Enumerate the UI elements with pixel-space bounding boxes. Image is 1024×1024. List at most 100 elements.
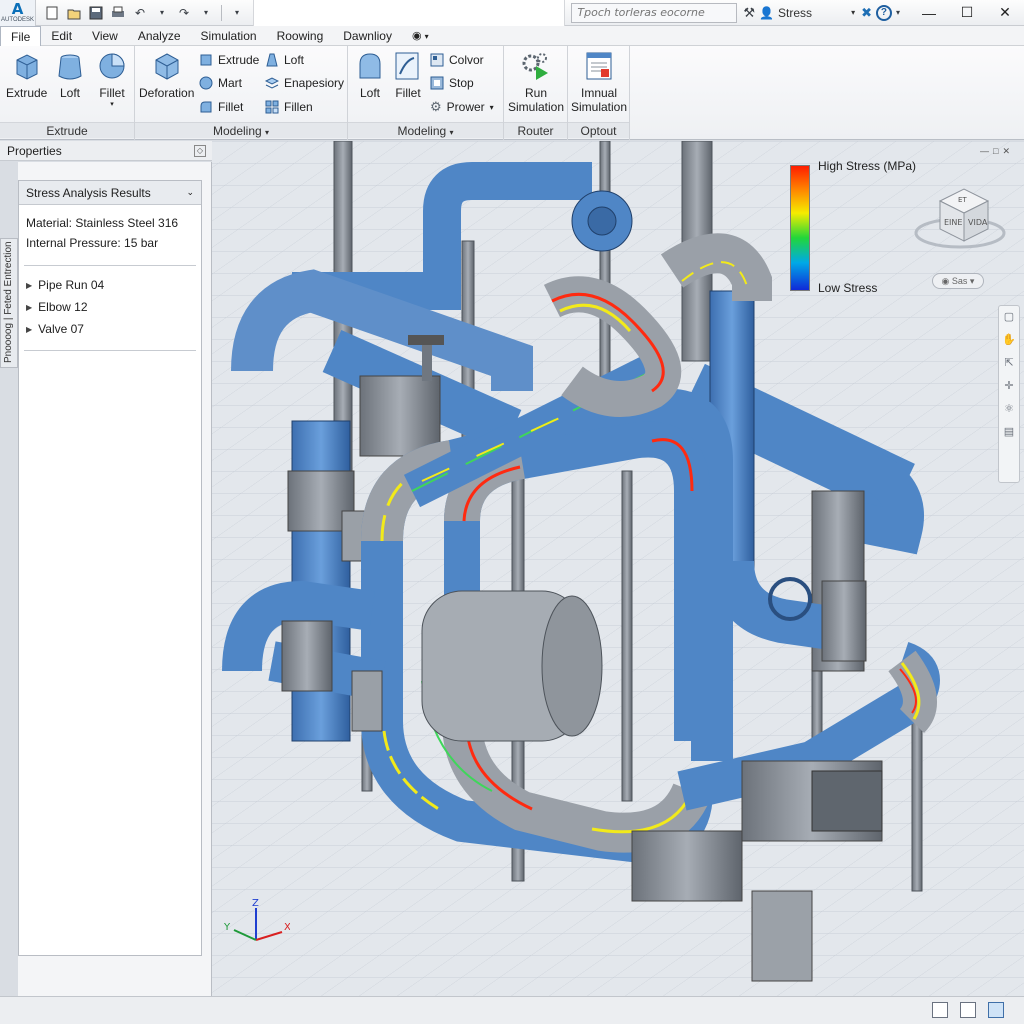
- expand-icon: ▶: [26, 324, 33, 334]
- fillet-button[interactable]: Fillet ▾: [96, 50, 128, 108]
- menu-analyze[interactable]: Analyze: [128, 26, 191, 46]
- status-icons: [932, 1002, 1004, 1018]
- expand-icon: ▶: [26, 280, 33, 290]
- report-icon: [586, 52, 612, 80]
- properties-panel: Stress Analysis Results ⌄ Material: Stai…: [18, 162, 212, 996]
- visibility-icon[interactable]: ◉ ▾: [402, 26, 439, 46]
- legend-low-label: Low Stress: [818, 281, 878, 295]
- loft-big-button[interactable]: Loft: [354, 50, 386, 100]
- loft-button[interactable]: Loft: [54, 50, 86, 100]
- shell-icon: [265, 77, 279, 89]
- maximize-button[interactable]: ☐: [948, 0, 986, 26]
- orbit-icon[interactable]: ✛: [1004, 379, 1013, 392]
- side-tab[interactable]: Pnoooog | Feted Entrection: [0, 238, 18, 368]
- fillen-label: Fillen: [284, 100, 313, 114]
- extrude-icon: [200, 54, 212, 66]
- status-bar: [0, 996, 1024, 1024]
- ribbon: Extrude Loft Fillet ▾ Extrude Deforation…: [0, 46, 1024, 140]
- menu-edit[interactable]: Edit: [41, 26, 82, 46]
- extrude-small-button[interactable]: Extrude: [199, 50, 259, 70]
- tank: [421, 590, 603, 742]
- menu-simulation[interactable]: Simulation: [191, 26, 267, 46]
- run-label: Run: [524, 86, 547, 100]
- modeling-label: Modeling: [212, 124, 262, 138]
- manual-simulation-button[interactable]: Imnual Simulation: [571, 50, 627, 114]
- look-icon[interactable]: ⚛: [1004, 402, 1014, 415]
- properties-header: Properties ◇: [0, 141, 212, 161]
- close-icon[interactable]: ✕: [1002, 146, 1010, 157]
- tools-icon[interactable]: ⚒: [743, 5, 755, 21]
- fillet-big-button[interactable]: Fillet: [392, 50, 424, 100]
- axis-z-label: Z: [252, 898, 259, 909]
- minimize-button[interactable]: —: [910, 0, 948, 26]
- new-icon[interactable]: [42, 3, 62, 23]
- 3d-viewport[interactable]: — □ ✕ High Stress (MPa) Low Stress ET EI…: [212, 141, 1024, 996]
- app-logo-letter: A: [11, 0, 24, 18]
- redo-icon[interactable]: ↷: [174, 3, 194, 23]
- loft-small-label: Loft: [284, 53, 305, 67]
- full-nav-wheel-icon[interactable]: ▢: [1004, 310, 1014, 323]
- axis-triad: Z X Y: [223, 898, 290, 941]
- tree-item-pipe-run[interactable]: ▶ Pipe Run 04: [19, 274, 201, 296]
- loft-big-label: Loft: [359, 86, 380, 100]
- exchange-icon[interactable]: ✖: [861, 5, 872, 21]
- app-logo[interactable]: A AUTODESK: [0, 0, 36, 26]
- mart-button[interactable]: Mart: [199, 73, 242, 93]
- undo-icon[interactable]: ↶: [130, 3, 150, 23]
- menu-file[interactable]: File: [0, 25, 42, 47]
- view-mode-pill[interactable]: ◉ Sas ▾: [932, 273, 984, 289]
- menu-view[interactable]: View: [82, 26, 128, 46]
- toolbar-separator: [221, 4, 222, 21]
- fillet-label: Fillet: [99, 86, 125, 100]
- viewcube[interactable]: ET EINE VIDA: [912, 171, 1008, 251]
- help-icon[interactable]: ?: [875, 4, 892, 21]
- stop-button[interactable]: Stop: [430, 73, 474, 93]
- extrude-icon: [16, 54, 38, 80]
- show-motion-icon[interactable]: ▤: [1004, 425, 1014, 438]
- menu-routing[interactable]: Roowing: [267, 26, 334, 46]
- status-doc-icon[interactable]: [932, 1002, 948, 1018]
- tree-item-elbow[interactable]: ▶ Elbow 12: [19, 296, 201, 318]
- ribbon-group-label: Extrude: [0, 122, 134, 138]
- save-icon[interactable]: [86, 3, 106, 23]
- colvor-button[interactable]: Colvor: [430, 50, 484, 70]
- status-window-icon[interactable]: [988, 1002, 1004, 1018]
- tree-item-valve[interactable]: ▶ Valve 07: [19, 318, 201, 340]
- search-input[interactable]: [571, 2, 738, 23]
- close-button[interactable]: ✕: [986, 0, 1024, 26]
- section-header[interactable]: Stress Analysis Results ⌄: [19, 181, 201, 205]
- enapesiory-button[interactable]: Enapesiory: [265, 73, 344, 93]
- zoom-icon[interactable]: ⇱: [1004, 356, 1013, 369]
- deformation-button[interactable]: Deforation: [139, 50, 194, 100]
- ribbon-group-label: Modeling ▾: [135, 122, 347, 138]
- fillen-button[interactable]: Fillen: [265, 97, 313, 117]
- pin-icon[interactable]: ◇: [194, 144, 206, 157]
- minimize-icon[interactable]: —: [980, 146, 989, 157]
- extrude-button[interactable]: Extrude: [6, 50, 47, 100]
- chevron-down-icon[interactable]: ▾: [152, 3, 172, 23]
- run-simulation-button[interactable]: Run Simulation: [508, 50, 564, 114]
- ribbon-group-label: Modeling ▾: [348, 122, 503, 138]
- properties-title: Properties: [7, 143, 62, 158]
- fillet-small-button[interactable]: Fillet: [199, 97, 243, 117]
- loft-small-button[interactable]: Loft: [265, 50, 304, 70]
- chevron-down-icon[interactable]: ▾: [196, 3, 216, 23]
- print-icon[interactable]: [108, 3, 128, 23]
- menu-download[interactable]: Dawnlioy: [333, 26, 402, 46]
- prower-button[interactable]: ⚙ Prower ▾: [430, 97, 494, 117]
- loft-icon: [359, 53, 381, 79]
- user-icon: 👤: [759, 5, 775, 20]
- restore-icon[interactable]: □: [993, 146, 998, 157]
- pan-icon[interactable]: ✋: [1002, 333, 1016, 346]
- pipe-model[interactable]: [212, 141, 1024, 996]
- fillet-icon: [200, 101, 212, 113]
- user-menu[interactable]: 👤 Stress ▾: [759, 6, 855, 20]
- open-icon[interactable]: [64, 3, 84, 23]
- more-icon[interactable]: ▾: [227, 3, 247, 23]
- legend-high-label: High Stress (MPa): [818, 159, 917, 173]
- chevron-down-icon: ▾: [851, 8, 856, 17]
- fillet-icon: [99, 53, 125, 79]
- simulation-label: Simulation: [507, 100, 565, 114]
- chevron-down-icon[interactable]: ▾: [896, 8, 900, 17]
- status-layers-icon[interactable]: [960, 1002, 976, 1018]
